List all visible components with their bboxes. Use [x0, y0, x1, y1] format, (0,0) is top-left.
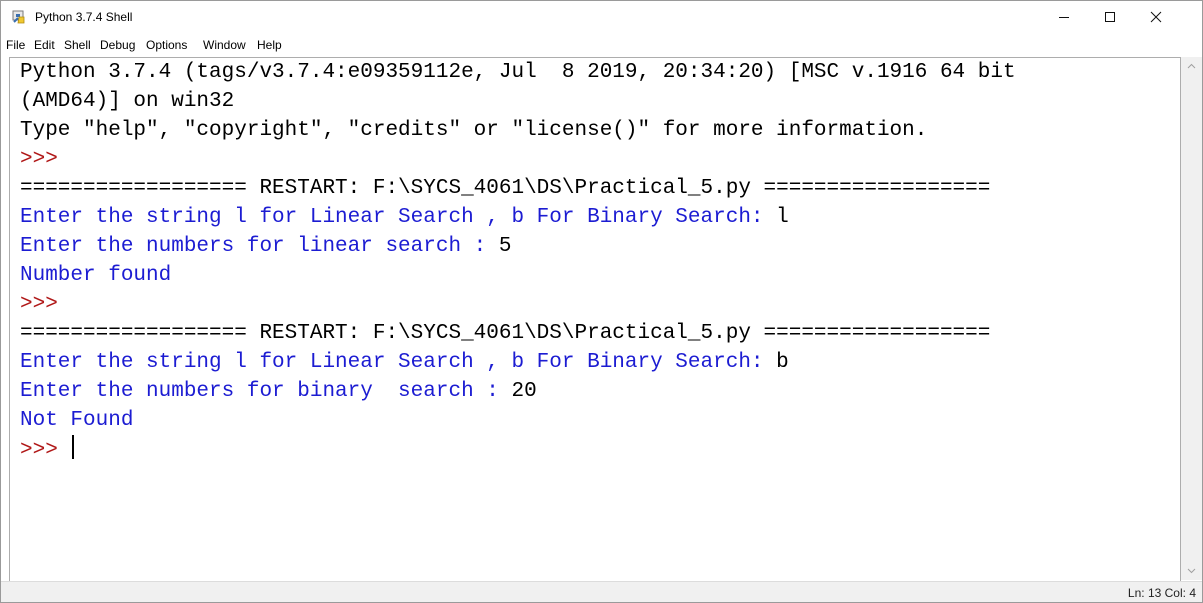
minimize-button[interactable] — [1041, 1, 1087, 33]
program-output: Number found — [20, 264, 172, 287]
shell-line: Python 3.7.4 (tags/v3.7.4:e09359112e, Ju… — [20, 58, 1016, 87]
user-input: l — [776, 206, 789, 229]
program-output: Enter the numbers for linear search : — [20, 235, 499, 258]
close-button[interactable] — [1133, 1, 1179, 33]
shell-line: Enter the string l for Linear Search , b… — [20, 203, 789, 232]
shell-line-text: Type "help", "copyright", "credits" or "… — [20, 119, 928, 142]
chevron-up-icon — [1187, 63, 1196, 69]
window-title: Python 3.7.4 Shell — [35, 10, 133, 24]
user-input: b — [776, 351, 789, 374]
shell-prompt: >>> — [20, 290, 58, 319]
python-idle-icon — [12, 10, 25, 24]
program-output: Enter the numbers for binary search : — [20, 380, 512, 403]
minimize-icon — [1059, 17, 1069, 18]
shell-line: Number found — [20, 261, 171, 290]
prompt-text: >>> — [20, 148, 58, 171]
menu-edit[interactable]: Edit — [34, 37, 55, 53]
cursor-position: Ln: 13 Col: 4 — [1128, 585, 1196, 601]
shell-line: Not Found — [20, 406, 133, 435]
program-output: Enter the string l for Linear Search , b… — [20, 351, 777, 374]
maximize-icon — [1105, 12, 1115, 22]
menu-help[interactable]: Help — [257, 37, 282, 53]
shell-line-text: (AMD64)] on win32 — [20, 90, 235, 113]
shell-line: Enter the string l for Linear Search , b… — [20, 348, 789, 377]
shell-prompt: >>> — [20, 145, 58, 174]
menu-window[interactable]: Window — [203, 37, 246, 53]
text-cursor — [72, 435, 75, 459]
status-bar: Ln: 13 Col: 4 — [1, 581, 1202, 602]
menu-shell[interactable]: Shell — [64, 37, 91, 53]
prompt-text: >>> — [20, 439, 71, 462]
vertical-scrollbar[interactable] — [1181, 57, 1202, 580]
user-input: 5 — [498, 235, 512, 258]
menu-file[interactable]: File — [6, 37, 25, 53]
restart-line: ================== RESTART: F:\SYCS_4061… — [20, 319, 990, 348]
prompt-text: >>> — [20, 293, 58, 316]
shell-line: Type "help", "copyright", "credits" or "… — [20, 116, 927, 145]
program-output: Enter the string l for Linear Search , b… — [20, 206, 777, 229]
idle-shell-window: Python 3.7.4 Shell File Edit Shell Debug… — [0, 0, 1203, 603]
restart-line: ================== RESTART: F:\SYCS_4061… — [20, 174, 990, 203]
menu-options[interactable]: Options — [146, 37, 187, 53]
menu-debug[interactable]: Debug — [100, 37, 135, 53]
maximize-button[interactable] — [1087, 1, 1133, 33]
shell-line: Enter the numbers for binary search : 20 — [20, 377, 537, 406]
shell-prompt: >>> — [20, 435, 75, 464]
program-output: Not Found — [20, 409, 134, 432]
shell-text-area[interactable]: Python 3.7.4 (tags/v3.7.4:e09359112e, Ju… — [9, 57, 1181, 581]
user-input: 20 — [511, 380, 537, 403]
chevron-down-icon — [1187, 568, 1196, 574]
shell-line: (AMD64)] on win32 — [20, 87, 234, 116]
scroll-down-button[interactable] — [1181, 562, 1202, 580]
menu-bar: File Edit Shell Debug Options Window Hel… — [1, 33, 1202, 57]
shell-line-text: ================== RESTART: F:\SYCS_4061… — [20, 322, 991, 345]
title-bar[interactable]: Python 3.7.4 Shell — [1, 1, 1202, 33]
close-icon — [1150, 11, 1162, 23]
line-number: Ln: 13 — [1127, 586, 1162, 600]
shell-line-text: ================== RESTART: F:\SYCS_4061… — [20, 177, 991, 200]
scroll-up-button[interactable] — [1181, 57, 1202, 75]
column-number: Col: 4 — [1164, 586, 1196, 600]
shell-line-text: Python 3.7.4 (tags/v3.7.4:e09359112e, Ju… — [20, 61, 1016, 84]
shell-line: Enter the numbers for linear search : 5 — [20, 232, 512, 261]
